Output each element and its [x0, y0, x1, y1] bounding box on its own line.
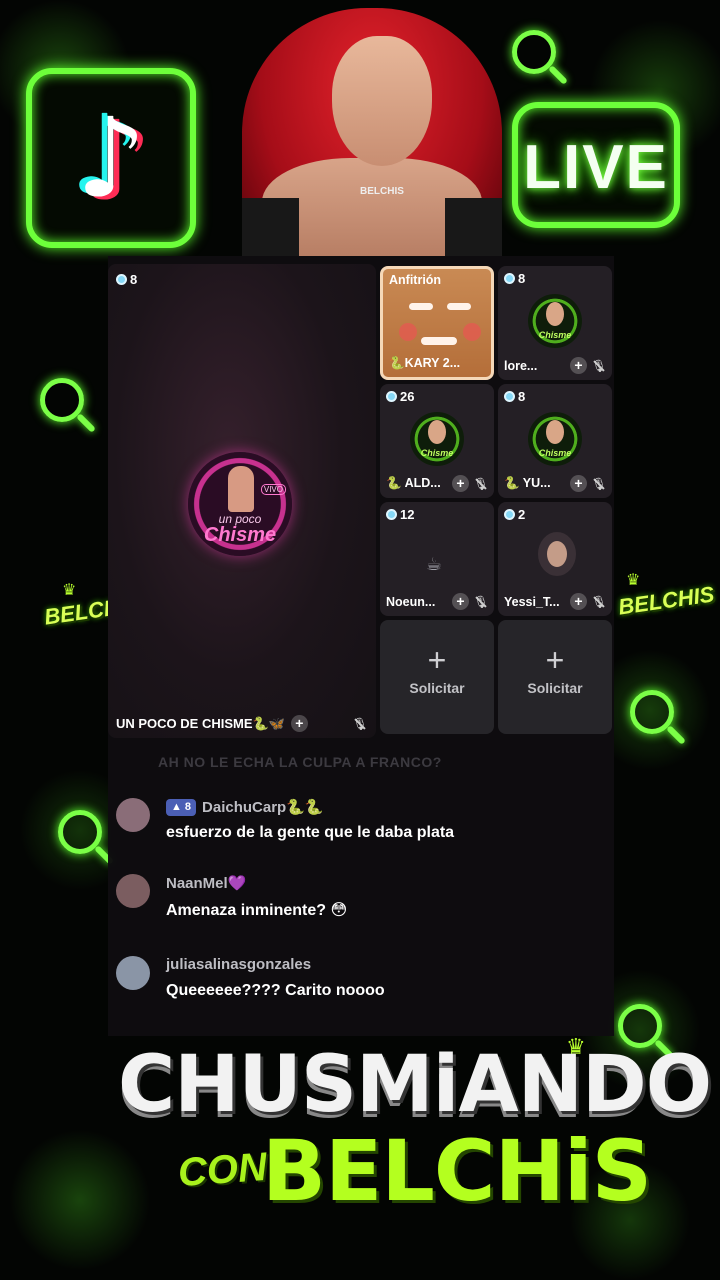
- guest-name: Yessi_T...: [504, 594, 560, 609]
- viewer-count: 2: [504, 507, 525, 522]
- guest-avatar: Chisme: [528, 294, 582, 348]
- crown-icon: ♛: [626, 572, 641, 589]
- request-slot-button[interactable]: + Solicitar: [498, 620, 612, 734]
- mic-muted-icon: 🎙: [591, 358, 607, 373]
- mic-muted-icon: 🎙: [352, 716, 368, 731]
- search-icon: [58, 810, 102, 854]
- viewer-count: 26: [386, 389, 414, 404]
- crown-icon: ♛: [62, 582, 77, 599]
- live-label: LIVE: [523, 133, 669, 202]
- plus-icon: +: [545, 642, 565, 678]
- chat-username[interactable]: DaichuCarp🐍🐍: [202, 798, 324, 816]
- follow-plus-button[interactable]: +: [290, 715, 308, 732]
- necklace-text: BELCHIS: [360, 186, 404, 197]
- follow-plus-button[interactable]: +: [570, 357, 587, 374]
- guest-avatar: [538, 532, 576, 576]
- guest-avatar: Chisme: [528, 412, 582, 466]
- guest-tile[interactable]: 12 ☕ Noeun... + 🎙: [380, 502, 494, 616]
- mic-muted-icon: 🎙: [591, 476, 607, 491]
- avatar[interactable]: [116, 798, 150, 832]
- mic-muted-icon: 🎙: [591, 594, 607, 609]
- chat-username[interactable]: juliasalinasgonzales: [166, 956, 311, 973]
- title-con: CON: [176, 1144, 269, 1196]
- host-label: Anfitrión: [389, 273, 442, 287]
- chat-username[interactable]: NaanMel💜: [166, 874, 246, 892]
- follow-plus-button[interactable]: +: [452, 593, 469, 610]
- chat-text: Amenaza inminente? 😳: [166, 902, 348, 919]
- guest-name: lore...: [504, 358, 538, 373]
- viewer-count: 8: [116, 272, 137, 287]
- main-name-bar: UN POCO DE CHISME🐍🦋 + 🎙: [116, 715, 368, 732]
- request-slot-button[interactable]: + Solicitar: [380, 620, 494, 734]
- live-logo: LIVE: [512, 102, 680, 228]
- tiktok-logo: ♪: [26, 68, 196, 248]
- guest-name: 🐍 YU...: [504, 476, 551, 490]
- guest-tile-host[interactable]: Anfitrión 🐍KARY 2...: [380, 266, 494, 380]
- viewer-icon: [504, 391, 515, 402]
- music-note-icon: ♪: [75, 94, 147, 222]
- faded-comment: AH NO LE ECHA LA CULPA A FRANCO?: [158, 754, 442, 770]
- guest-tile[interactable]: 2 Yessi_T... + 🎙: [498, 502, 612, 616]
- viewer-count: 8: [504, 389, 525, 404]
- main-video[interactable]: 8 VIVO un poco Chisme UN POCO DE CHISME🐍…: [108, 264, 376, 738]
- level-icon: ▲: [171, 801, 182, 813]
- viewer-icon: [504, 509, 515, 520]
- guest-tile[interactable]: 8 Chisme lore... + 🎙: [498, 266, 612, 380]
- guest-name: Noeun...: [386, 594, 436, 609]
- follow-plus-button[interactable]: +: [570, 475, 587, 492]
- title-line2: BELCHiS: [262, 1122, 652, 1220]
- viewer-icon: [116, 274, 127, 285]
- guest-avatar: Chisme: [410, 412, 464, 466]
- plus-icon: +: [427, 642, 447, 678]
- live-panel: 8 VIVO un poco Chisme UN POCO DE CHISME🐍…: [108, 256, 614, 1036]
- avatar[interactable]: [116, 874, 150, 908]
- avatar[interactable]: [116, 956, 150, 990]
- viewer-icon: [386, 509, 397, 520]
- guest-tile[interactable]: 8 Chisme 🐍 YU... + 🎙: [498, 384, 612, 498]
- guest-name: 🐍 ALD...: [386, 476, 441, 490]
- viewer-icon: [504, 273, 515, 284]
- cup-icon: ☕: [426, 554, 443, 574]
- host-name: UN POCO DE CHISME🐍🦋: [116, 715, 285, 731]
- follow-plus-button[interactable]: +: [570, 593, 587, 610]
- follow-plus-button[interactable]: +: [452, 475, 469, 492]
- chat-text: Queeeeee???? Carito noooo: [166, 982, 385, 999]
- viewer-count: 8: [504, 271, 525, 286]
- title-line1: CHUSMiANDO: [118, 1040, 712, 1130]
- viewer-count: 12: [386, 507, 414, 522]
- search-icon: [630, 690, 674, 734]
- viewer-icon: [386, 391, 397, 402]
- character-portrait: BELCHIS: [222, 8, 522, 256]
- mic-muted-icon: 🎙: [473, 594, 489, 609]
- level-badge: ▲ 8: [166, 798, 197, 816]
- search-icon: [40, 378, 84, 422]
- guest-name: 🐍KARY 2...: [389, 356, 461, 370]
- channel-logo: VIVO un poco Chisme: [188, 452, 292, 556]
- chat-text: esfuerzo de la gente que le daba plata: [166, 824, 455, 841]
- mic-muted-icon: 🎙: [473, 476, 489, 491]
- guest-tile[interactable]: 26 Chisme 🐍 ALD... + 🎙: [380, 384, 494, 498]
